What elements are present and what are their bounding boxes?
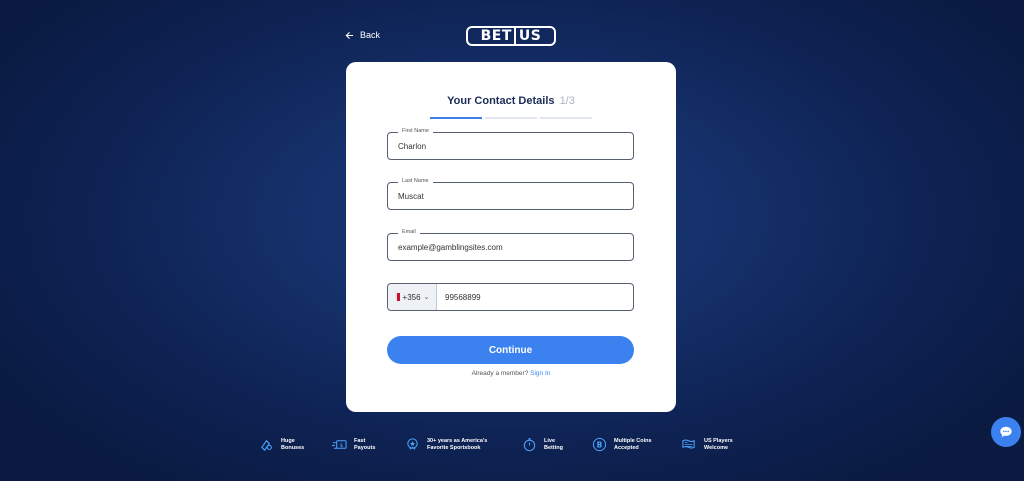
feature-text: Huge Bonuses [281,437,305,451]
email-field[interactable]: Email example@gamblingsites.com [387,229,634,261]
phone-field[interactable]: +356 ⌄ 99568899 [387,283,634,311]
email-label: Email [398,229,420,235]
feature-item: B Multiple Coins Accepted [592,437,652,452]
feature-strip: Huge Bonuses $ Fast Payouts 30+ years as… [259,437,779,457]
chevron-down-icon: ⌄ [423,294,430,301]
form-step: 1/3 [559,95,575,107]
feature-item: Live Betting [522,437,563,452]
feature-item: US Players Welcome [682,437,733,452]
betus-logo[interactable]: BET US [466,26,556,46]
feature-item: 30+ years as America's Favorite Sportsbo… [405,437,487,452]
arrow-left-icon [345,31,354,39]
first-name-field[interactable]: First Name Charlon [387,128,634,160]
member-text: Already a member? [471,370,529,377]
top-bar: Back BET US [0,26,1024,46]
progress-segment-3 [540,117,592,119]
bitcoin-icon: B [592,437,607,452]
form-title: Your Contact Details 1/3 [346,95,676,107]
sign-in-prompt: Already a member? Sign In [346,370,676,377]
last-name-field[interactable]: Last Name Muscat [387,178,634,210]
last-name-label: Last Name [398,178,433,184]
svg-text:B: B [597,440,603,449]
feature-text: 30+ years as America's Favorite Sportsbo… [427,437,488,451]
country-code-value: +356 [402,292,421,302]
sign-in-link[interactable]: Sign In [530,370,550,377]
first-name-label: First Name [398,128,433,134]
feature-text: US Players Welcome [704,437,733,451]
form-title-text: Your Contact Details [447,95,555,107]
continue-button[interactable]: Continue [387,336,634,364]
logo-bet-text: BET [480,28,512,44]
back-button[interactable]: Back [345,30,380,40]
feature-text: Live Betting [544,437,563,451]
us-flag-icon [682,437,697,452]
fast-payout-icon: $ [332,437,347,452]
stopwatch-icon [522,437,537,452]
malta-flag-icon [394,293,400,301]
trophy-icon [405,437,420,452]
feature-text: Multiple Coins Accepted [614,437,652,451]
feature-item: Huge Bonuses [259,437,304,452]
back-label: Back [360,30,381,40]
country-code-select[interactable]: +356 ⌄ [388,284,437,310]
svg-text:$: $ [340,443,344,449]
logo-us-text: US [513,28,541,44]
chat-button[interactable] [991,417,1021,447]
email-value[interactable]: example@gamblingsites.com [398,243,503,252]
progress-segment-2 [485,117,537,119]
feature-item: $ Fast Payouts [332,437,375,452]
last-name-value[interactable]: Muscat [398,192,424,201]
first-name-value[interactable]: Charlon [398,142,426,151]
step-progress [430,117,592,119]
phone-number-input[interactable]: 99568899 [437,284,481,310]
chat-bubble-icon [1000,426,1012,438]
gift-icon [259,437,274,452]
contact-details-card: Your Contact Details 1/3 First Name Char… [346,62,676,412]
feature-text: Fast Payouts [354,437,376,451]
progress-segment-1 [430,117,482,119]
